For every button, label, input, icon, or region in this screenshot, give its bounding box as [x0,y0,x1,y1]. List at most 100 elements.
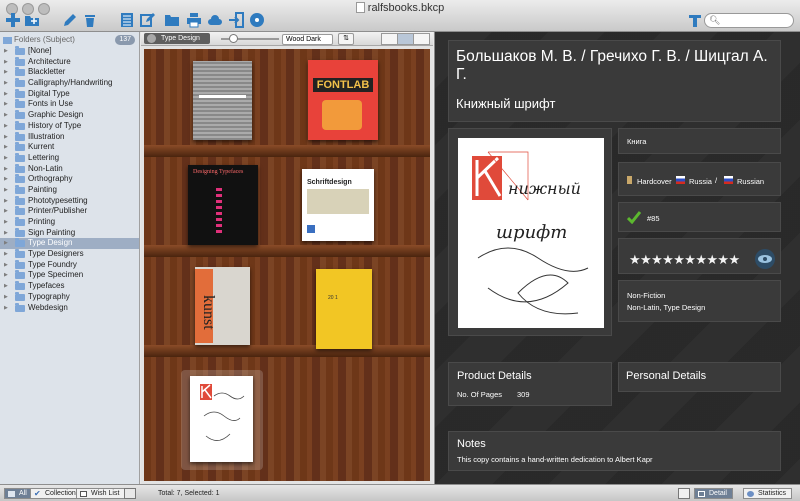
disclosure-triangle-icon[interactable]: ▶ [4,174,8,185]
view-shelf-button[interactable] [397,33,414,45]
disclosure-triangle-icon[interactable]: ▶ [4,99,8,110]
sort-button[interactable]: ⇅ [338,33,354,45]
book-cover[interactable]: Schriftdesign [302,169,374,241]
disclosure-triangle-icon[interactable]: ▶ [4,57,8,68]
book-cover[interactable]: Designing Typefaces [188,165,258,245]
sidebar-item[interactable]: ▶ Architecture [0,56,139,68]
sidebar-item[interactable]: ▶ Printing [0,217,139,228]
book-cover-selected[interactable] [190,376,253,462]
disclosure-triangle-icon[interactable]: ▶ [4,217,8,228]
disclosure-triangle-icon[interactable]: ▶ [4,78,8,89]
wrench-icon [689,15,701,27]
sidebar-item[interactable]: ▶ Typefaces [0,281,139,292]
disclosure-triangle-icon[interactable]: ▶ [4,270,8,281]
tools-button[interactable] [686,12,704,28]
disclosure-triangle-icon[interactable]: ▶ [4,142,8,153]
print-button[interactable] [185,12,203,28]
disclosure-triangle-icon[interactable]: ▶ [4,206,8,217]
sidebar-item[interactable]: ▶ Non-Latin [0,163,139,175]
folder-icon [15,281,25,291]
open-folder-button[interactable] [163,12,181,28]
disclosure-triangle-icon[interactable]: ▶ [4,185,8,196]
search-field[interactable]: 🔍︎ [704,13,794,28]
view-list-button[interactable] [381,33,398,45]
disclosure-triangle-icon[interactable]: ▶ [4,89,8,100]
breadcrumb[interactable]: Type Design [144,33,210,44]
disclosure-triangle-icon[interactable]: ▶ [4,228,8,239]
sidebar-item[interactable]: ▶ Calligraphy/Handwriting [0,78,139,89]
book-cover[interactable]: FONTLAB [308,60,378,140]
sidebar-item[interactable]: ▶ Digital Type [0,88,139,100]
sidebar-item[interactable]: ▶ History of Type [0,120,139,132]
disclosure-triangle-icon[interactable]: ▶ [4,46,8,57]
delete-button[interactable] [81,12,99,28]
book-cover[interactable] [193,61,252,140]
cloud-sync-button[interactable] [206,12,224,28]
edit-button[interactable] [61,12,79,28]
sidebar-item[interactable]: ▶ Webdesign [0,302,139,314]
filter-collection-button[interactable]: ✔ Collection [30,488,82,499]
sidebar-item[interactable]: ▶ Type Designers [0,249,139,260]
filter-wishlist-button[interactable]: Wish List [76,488,126,499]
folder-icon [15,152,25,162]
sidebar-item[interactable]: ▶ Lettering [0,152,139,164]
disclosure-triangle-icon[interactable]: ▶ [4,249,8,260]
list-button[interactable] [118,12,136,28]
sidebar-item[interactable]: ▶ Orthography [0,174,139,185]
folder-icon [15,67,25,77]
sidebar-item[interactable]: ▶ Fonts in Use [0,99,139,110]
zoom-slider[interactable] [221,34,279,43]
add-folder-button[interactable] [23,12,41,28]
sidebar-item[interactable]: ▶ Phototypesetting [0,195,139,207]
sidebar-item[interactable]: ▶ Type Design [0,238,139,250]
eye-icon[interactable] [755,249,775,269]
disclosure-triangle-icon[interactable]: ▶ [4,132,8,143]
sidebar-item[interactable]: ▶ Sign Painting [0,227,139,239]
disclosure-triangle-icon[interactable]: ▶ [4,281,8,292]
disc-button[interactable] [248,12,266,28]
disclosure-triangle-icon[interactable]: ▶ [4,153,8,164]
export-button[interactable] [227,12,245,28]
sidebar-item[interactable]: ▶ Graphic Design [0,110,139,121]
book-cover[interactable]: kunst [195,267,250,345]
status-bar: All ✔ Collection Wish List Total: 7, Sel… [0,484,800,501]
tab-detail[interactable]: Detail [694,488,733,499]
add-item-button[interactable] [4,12,22,28]
sidebar-item[interactable]: ▶ Illustration [0,131,139,143]
disclosure-triangle-icon[interactable]: ▶ [4,303,8,314]
edit-list-button[interactable] [138,12,156,28]
shelf-board [144,157,430,257]
book-cover-large[interactable]: нижный шрифт [458,138,604,328]
tab-statistics[interactable]: Statistics [743,488,793,499]
star-rating[interactable]: ★★★★★★★★★★ [629,252,740,268]
theme-select[interactable]: Wood Dark [282,34,333,45]
sidebar-item[interactable]: ▶ Blackletter [0,67,139,78]
sidebar-item[interactable]: ▶ Printer/Publisher [0,206,139,217]
disclosure-triangle-icon[interactable]: ▶ [4,292,8,303]
disclosure-triangle-icon[interactable]: ▶ [4,164,8,175]
disclosure-triangle-icon[interactable]: ▶ [4,67,8,78]
sidebar-item[interactable]: ▶ [None] [0,46,139,57]
sidebar-item[interactable]: ▶ Typography [0,291,139,303]
disclosure-triangle-icon[interactable]: ▶ [4,121,8,132]
sidebar-item[interactable]: ▶ Painting [0,184,139,196]
shelf-board [144,49,430,149]
sidebar-item-label: Printer/Publisher [28,206,88,216]
book-cover[interactable]: 20 1 [316,269,372,349]
disclosure-triangle-icon[interactable]: ▶ [4,196,8,207]
sidebar-header[interactable]: Folders (Subject) 137 [2,34,137,46]
columns-icon[interactable] [124,488,136,499]
disclosure-triangle-icon[interactable]: ▶ [4,260,8,271]
zoom-slider-knob[interactable] [229,34,238,43]
sidebar-item[interactable]: ▶ Kurrent [0,142,139,153]
detail-pane: Большаков М. В. / Гречихо Г. В. / Шицгал… [434,32,800,484]
view-cover-button[interactable] [413,33,430,45]
search-input[interactable] [719,15,789,26]
sidebar-item[interactable]: ▶ Type Foundry [0,259,139,271]
filter-all-button[interactable]: All [4,488,33,499]
disclosure-triangle-icon[interactable]: ▶ [4,110,8,121]
checkmark-icon: ✔ [34,489,41,498]
sidebar-item[interactable]: ▶ Type Specimen [0,270,139,281]
share-icon[interactable] [678,488,690,499]
disclosure-triangle-icon[interactable]: ▶ [4,238,8,249]
